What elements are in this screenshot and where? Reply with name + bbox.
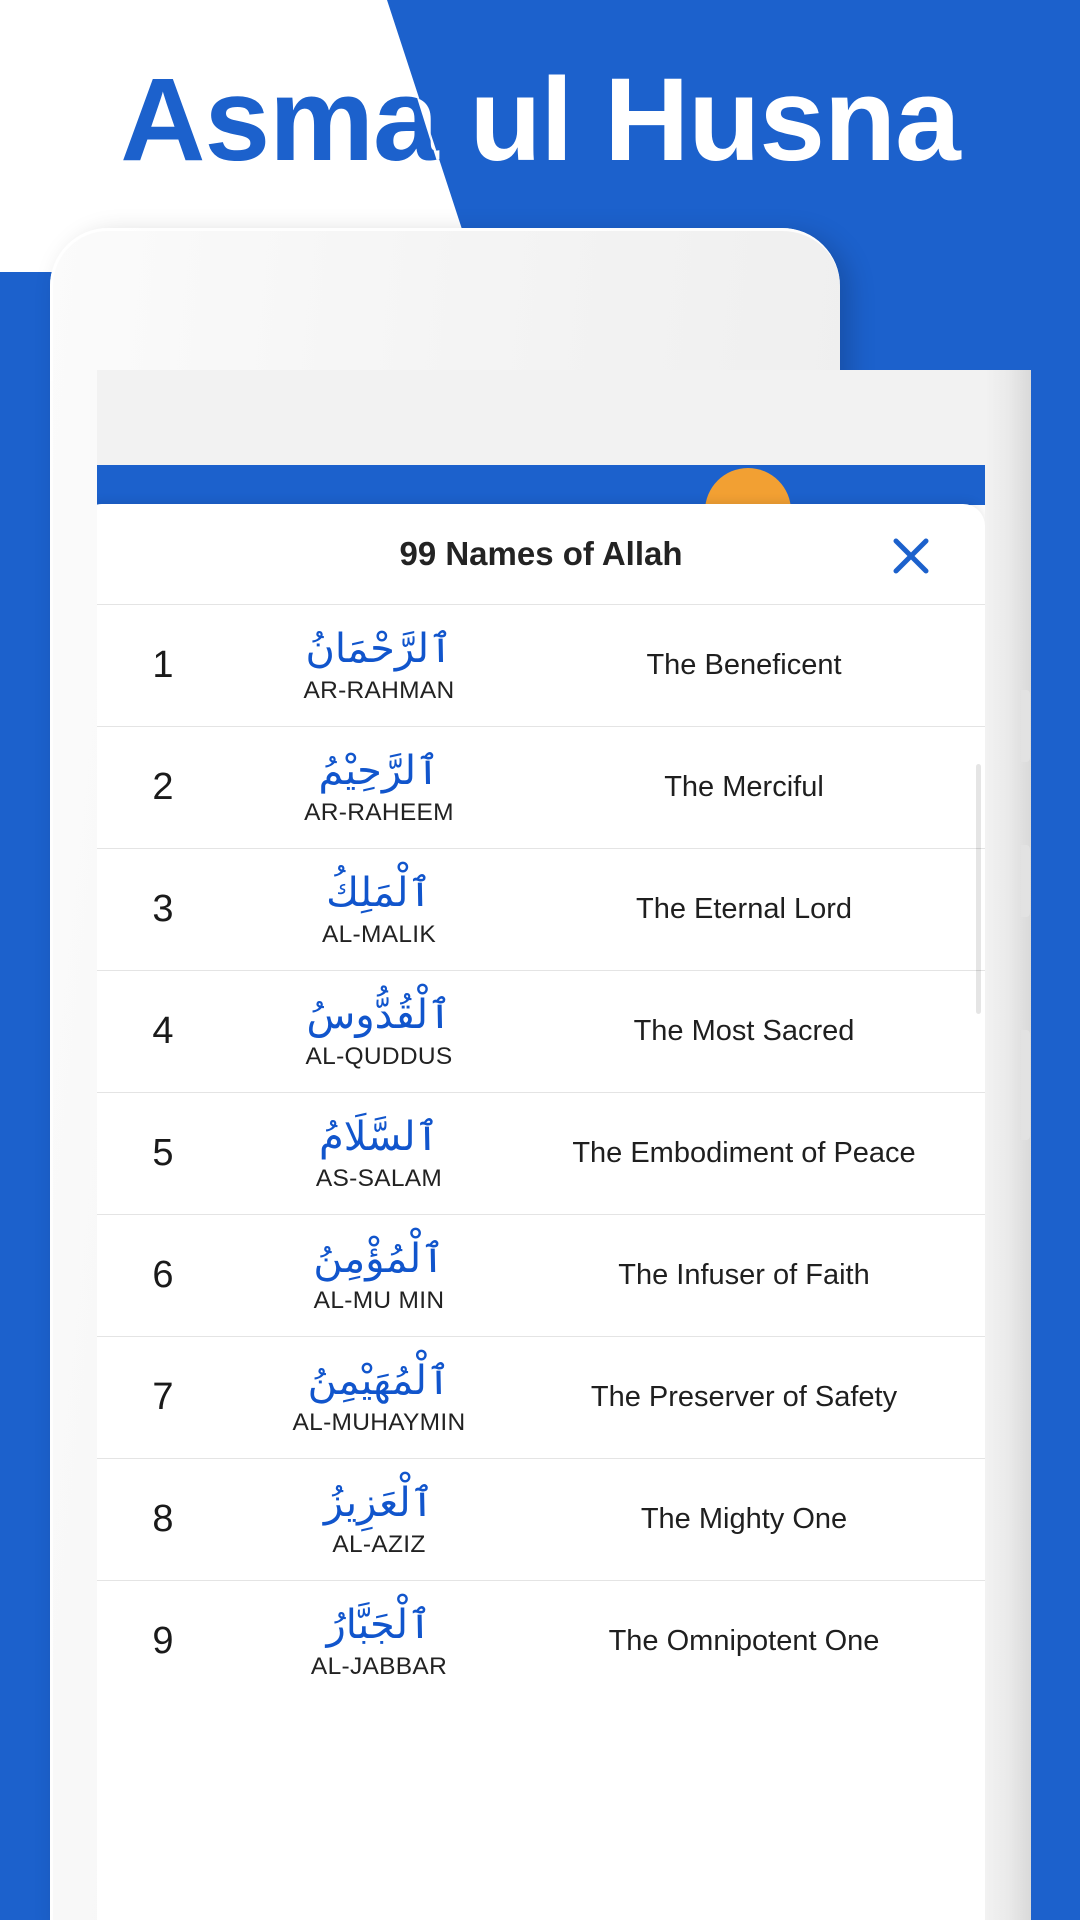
row-arabic-name: ٱلْقُدُّوسُ xyxy=(306,992,452,1039)
row-index: 7 xyxy=(152,1376,174,1418)
row-meaning: The Omnipotent One xyxy=(608,1625,880,1657)
row-arabic-name: ٱلْمُؤْمِنُ xyxy=(313,1236,445,1283)
table-row[interactable]: 3 ٱلْمَلِكُ AL-MALIK The Eternal Lord xyxy=(97,848,985,970)
row-name-column: ٱلْمَلِكُ AL-MALIK xyxy=(229,870,529,948)
row-index: 9 xyxy=(152,1620,174,1662)
row-transliteration: AL-AZIZ xyxy=(332,1530,426,1558)
table-row[interactable]: 5 ٱلسَّلَامُ AS-SALAM The Embodiment of … xyxy=(97,1092,985,1214)
table-row[interactable]: 6 ٱلْمُؤْمِنُ AL-MU MIN The Infuser of F… xyxy=(97,1214,985,1336)
table-row[interactable]: 7 ٱلْمُهَيْمِنُ AL-MUHAYMIN The Preserve… xyxy=(97,1336,985,1458)
row-index: 4 xyxy=(152,1010,174,1052)
row-transliteration: AL-MU MIN xyxy=(313,1286,445,1314)
row-name-column: ٱلْمُؤْمِنُ AL-MU MIN xyxy=(229,1236,529,1314)
row-transliteration: AS-SALAM xyxy=(315,1164,443,1192)
row-index: 1 xyxy=(152,644,174,686)
power-button[interactable] xyxy=(1021,1030,1030,1140)
row-name-column: ٱلسَّلَامُ AS-SALAM xyxy=(229,1114,529,1192)
dialog-title: 99 Names of Allah xyxy=(399,535,683,572)
scrollbar-track[interactable] xyxy=(976,614,983,1914)
row-arabic-name: ٱلْجَبَّارُ xyxy=(326,1602,432,1649)
row-index: 8 xyxy=(152,1498,174,1540)
names-list[interactable]: 1 ٱلرَّحْمَانُ AR-RAHMAN The Beneficent … xyxy=(97,604,985,1702)
close-icon xyxy=(888,533,934,579)
row-arabic-name: ٱلرَّحْمَانُ xyxy=(305,626,453,673)
row-index: 6 xyxy=(152,1254,174,1296)
screen-status-area xyxy=(97,370,985,465)
row-meaning: The Most Sacred xyxy=(633,1015,855,1047)
poster-headline: Asma ul Husna Asma ul Husna xyxy=(0,50,1080,190)
row-meaning: The Mighty One xyxy=(640,1503,848,1535)
row-index: 2 xyxy=(152,766,174,808)
row-arabic-name: ٱلرَّحِيْمُ xyxy=(318,748,440,795)
row-transliteration: AL-MUHAYMIN xyxy=(292,1408,466,1436)
row-transliteration: AL-QUDDUS xyxy=(305,1042,453,1070)
table-row[interactable]: 2 ٱلرَّحِيْمُ AR-RAHEEM The Merciful xyxy=(97,726,985,848)
dialog-header: 99 Names of Allah xyxy=(97,504,985,604)
row-name-column: ٱلْجَبَّارُ AL-JABBAR xyxy=(229,1602,529,1680)
names-dialog: 99 Names of Allah 1 ٱلرَّحْمَانُ AR-RAHM… xyxy=(97,504,985,1920)
row-name-column: ٱلْقُدُّوسُ AL-QUDDUS xyxy=(229,992,529,1070)
row-meaning: The Infuser of Faith xyxy=(618,1259,870,1291)
row-arabic-name: ٱلسَّلَامُ xyxy=(319,1114,439,1161)
close-button[interactable] xyxy=(885,530,937,582)
row-meaning: The Embodiment of Peace xyxy=(572,1137,916,1169)
table-row[interactable]: 9 ٱلْجَبَّارُ AL-JABBAR The Omnipotent O… xyxy=(97,1580,985,1702)
app-toolbar xyxy=(97,465,985,505)
row-transliteration: AR-RAHMAN xyxy=(303,676,455,704)
row-meaning: The Beneficent xyxy=(646,649,842,681)
scrollbar-thumb[interactable] xyxy=(976,764,981,1014)
row-arabic-name: ٱلْمَلِكُ xyxy=(326,870,432,917)
row-name-column: ٱلرَّحِيْمُ AR-RAHEEM xyxy=(229,748,529,826)
row-transliteration: AL-JABBAR xyxy=(310,1652,448,1680)
row-index: 3 xyxy=(152,888,174,930)
phone-right-bezel xyxy=(985,370,1031,1920)
row-meaning: The Merciful xyxy=(664,771,824,803)
row-index: 5 xyxy=(152,1132,174,1174)
row-name-column: ٱلْمُهَيْمِنُ AL-MUHAYMIN xyxy=(229,1358,529,1436)
table-row[interactable]: 8 ٱلْعَزِيزُ AL-AZIZ The Mighty One xyxy=(97,1458,985,1580)
table-row[interactable]: 4 ٱلْقُدُّوسُ AL-QUDDUS The Most Sacred xyxy=(97,970,985,1092)
row-meaning: The Preserver of Safety xyxy=(590,1381,898,1413)
row-transliteration: AR-RAHEEM xyxy=(304,798,454,826)
row-arabic-name: ٱلْعَزِيزُ xyxy=(323,1480,435,1527)
row-transliteration: AL-MALIK xyxy=(321,920,437,948)
volume-up-button[interactable] xyxy=(1021,690,1030,762)
row-arabic-name: ٱلْمُهَيْمِنُ xyxy=(307,1358,451,1405)
row-meaning: The Eternal Lord xyxy=(635,893,852,925)
app-screen: 99 Names of Allah 1 ٱلرَّحْمَانُ AR-RAHM… xyxy=(97,370,985,1920)
table-row[interactable]: 1 ٱلرَّحْمَانُ AR-RAHMAN The Beneficent xyxy=(97,604,985,726)
row-name-column: ٱلْعَزِيزُ AL-AZIZ xyxy=(229,1480,529,1558)
volume-down-button[interactable] xyxy=(1021,845,1030,917)
row-name-column: ٱلرَّحْمَانُ AR-RAHMAN xyxy=(229,626,529,704)
